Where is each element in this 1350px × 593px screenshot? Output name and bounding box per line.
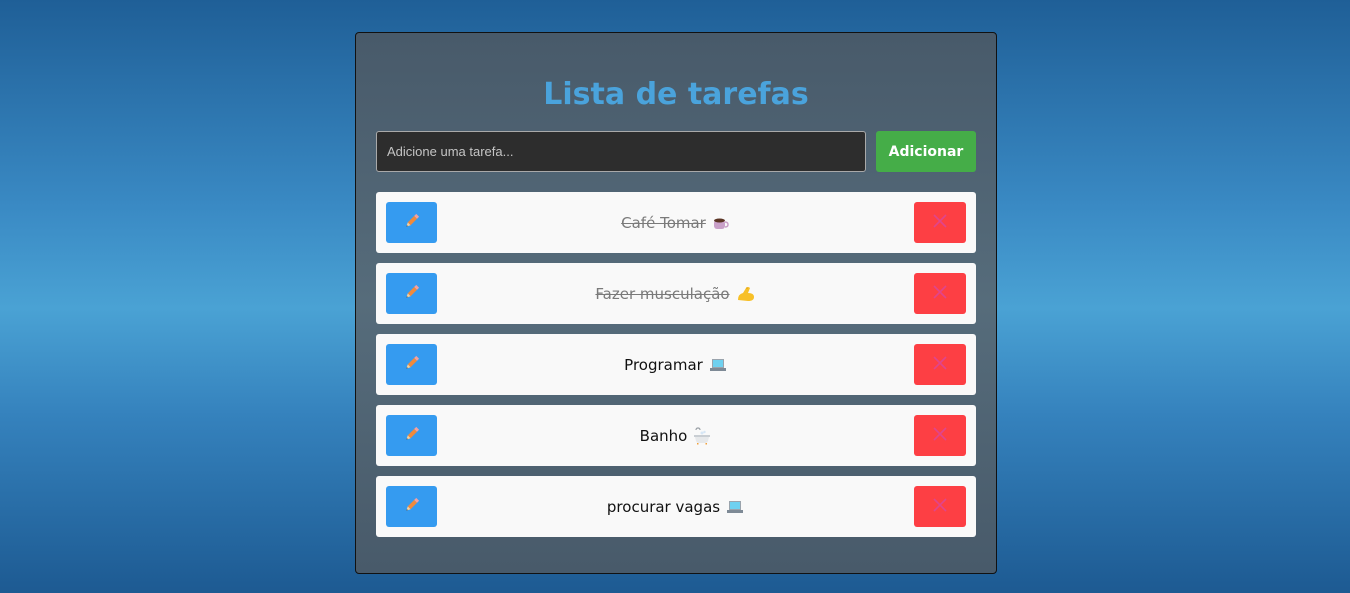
task-item: Café Tomar	[376, 192, 976, 253]
pencil-icon	[403, 212, 421, 233]
task-label: Fazer musculação	[595, 284, 730, 303]
delete-task-button[interactable]	[914, 486, 966, 527]
delete-task-button[interactable]	[914, 202, 966, 243]
task-text[interactable]: Café Tomar	[437, 192, 914, 253]
edit-task-button[interactable]	[386, 344, 437, 385]
coffee-icon	[712, 214, 730, 232]
task-text[interactable]: Fazer musculação	[437, 263, 914, 324]
task-item: Fazer musculação	[376, 263, 976, 324]
add-task-button[interactable]: Adicionar	[876, 131, 976, 172]
delete-task-button[interactable]	[914, 273, 966, 314]
task-label: procurar vagas	[606, 497, 721, 516]
task-list: Café Tomar Fazer musculação Programar Banho…	[376, 192, 976, 547]
edit-task-button[interactable]	[386, 202, 437, 243]
pencil-icon	[403, 354, 421, 375]
pencil-icon	[403, 496, 421, 517]
task-item: Banho	[376, 405, 976, 466]
pencil-icon	[403, 283, 421, 304]
delete-task-button[interactable]	[914, 415, 966, 456]
task-input[interactable]	[376, 131, 866, 172]
delete-task-button[interactable]	[914, 344, 966, 385]
pencil-icon	[403, 425, 421, 446]
task-text[interactable]: Programar	[437, 334, 914, 395]
todo-card: Lista de tarefas Adicionar Café Tomar Faz…	[355, 32, 997, 574]
task-label: Banho	[639, 426, 688, 445]
task-text[interactable]: procurar vagas	[437, 476, 914, 537]
laptop-icon	[726, 498, 744, 516]
bathtub-icon	[693, 426, 711, 445]
edit-task-button[interactable]	[386, 273, 437, 314]
page-title: Lista de tarefas	[543, 77, 809, 112]
close-icon	[932, 284, 948, 303]
edit-task-button[interactable]	[386, 415, 437, 456]
task-text[interactable]: Banho	[437, 405, 914, 466]
laptop-icon	[709, 356, 727, 374]
close-icon	[932, 213, 948, 232]
edit-task-button[interactable]	[386, 486, 437, 527]
close-icon	[932, 355, 948, 374]
task-item: Programar	[376, 334, 976, 395]
task-label: Café Tomar	[621, 213, 706, 232]
close-icon	[932, 426, 948, 445]
close-icon	[932, 497, 948, 516]
flexed-biceps-icon	[736, 285, 756, 303]
task-label: Programar	[624, 355, 703, 374]
task-item: procurar vagas	[376, 476, 976, 537]
